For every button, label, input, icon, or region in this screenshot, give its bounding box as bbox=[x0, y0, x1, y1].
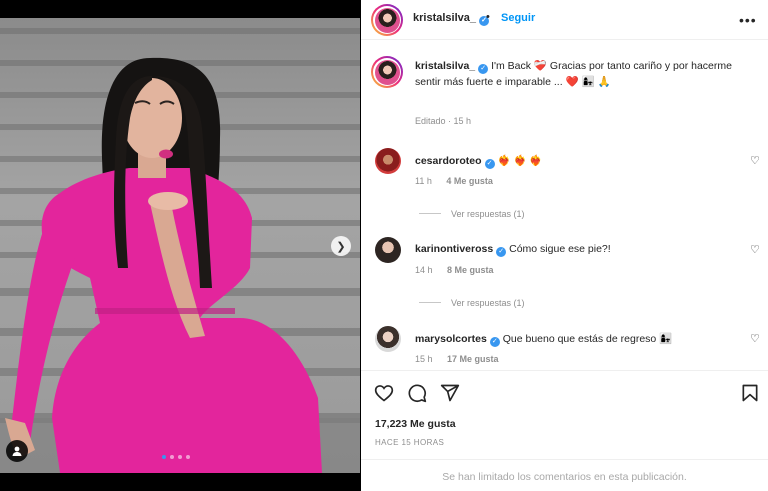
post-header: kristalsilva_ ✓ • Seguir ••• bbox=[361, 0, 768, 40]
comment-time: 15 h bbox=[415, 354, 433, 364]
likes-count[interactable]: 17,223 Me gusta bbox=[375, 418, 456, 430]
comment-meta: 14 h 8 Me gusta bbox=[415, 265, 506, 275]
comment-likes[interactable]: 8 Me gusta bbox=[447, 265, 494, 275]
commenter-username[interactable]: marysolcortes bbox=[415, 333, 487, 345]
commenter-avatar[interactable] bbox=[375, 326, 401, 352]
carousel-dot bbox=[186, 455, 190, 459]
comment-likes[interactable]: 4 Me gusta bbox=[446, 176, 493, 186]
comment-body: Que bueno que estás de regreso 👩‍👧 bbox=[502, 333, 673, 345]
verified-badge-icon: ✓ bbox=[496, 247, 507, 257]
carousel-dot bbox=[162, 455, 166, 459]
post-media: ❯ bbox=[0, 0, 360, 491]
heart-icon[interactable] bbox=[374, 383, 394, 403]
verified-badge-icon: ✓ bbox=[489, 337, 500, 347]
next-photo-button[interactable]: ❯ bbox=[331, 236, 351, 256]
carousel-indicator bbox=[162, 455, 190, 459]
more-options-icon[interactable]: ••• bbox=[739, 12, 757, 28]
heart-icon[interactable]: ♡ bbox=[750, 243, 760, 256]
comment-body: ❤️‍🔥 ❤️‍🔥 ❤️‍🔥 bbox=[497, 155, 543, 167]
commenter-avatar[interactable] bbox=[375, 237, 401, 263]
comment-body: Cómo sigue ese pie?! bbox=[509, 243, 611, 255]
comment-meta: 15 h 17 Me gusta bbox=[415, 354, 511, 364]
header-separator: • bbox=[486, 11, 490, 23]
post-photo[interactable] bbox=[0, 18, 360, 473]
comment-time: 14 h bbox=[415, 265, 433, 275]
comment-text: marysolcortes ✓ Que bueno que estás de re… bbox=[415, 332, 672, 347]
photo-illustration bbox=[0, 28, 360, 473]
carousel-dot bbox=[170, 455, 174, 459]
heart-icon[interactable]: ♡ bbox=[750, 332, 760, 345]
commenter-username[interactable]: cesardoroteo bbox=[415, 155, 482, 167]
post-time: HACE 15 HORAS bbox=[375, 438, 445, 447]
user-tag-icon bbox=[12, 446, 22, 456]
bookmark-icon[interactable] bbox=[741, 383, 759, 403]
caption-edited: Editado · 15 h bbox=[415, 116, 472, 126]
author-username[interactable]: kristalsilva_ ✓ bbox=[413, 12, 489, 26]
caption-avatar[interactable] bbox=[371, 56, 403, 88]
comment-text: cesardoroteo ✓ ❤️‍🔥 ❤️‍🔥 ❤️‍🔥 bbox=[415, 154, 543, 169]
post-panel: kristalsilva_ ✓ • Seguir ••• kristalsilva… bbox=[361, 0, 768, 491]
view-replies-button[interactable]: Ver respuestas (1) bbox=[419, 209, 525, 219]
comment-time: 11 h bbox=[415, 176, 432, 186]
user-tag-button[interactable] bbox=[6, 440, 28, 462]
comment-meta: 11 h 4 Me gusta bbox=[415, 176, 505, 186]
comment-likes[interactable]: 17 Me gusta bbox=[447, 354, 499, 364]
verified-badge-icon: ✓ bbox=[478, 64, 489, 74]
heart-icon[interactable]: ♡ bbox=[750, 154, 760, 167]
carousel-dot bbox=[178, 455, 182, 459]
caption-text: kristalsilva_ ✓ I'm Back ❤️‍🩹 Gracias por… bbox=[415, 58, 755, 90]
share-icon[interactable] bbox=[440, 383, 460, 403]
view-replies-button[interactable]: Ver respuestas (1) bbox=[419, 298, 525, 308]
verified-badge-icon: ✓ bbox=[484, 159, 495, 169]
chevron-right-icon: ❯ bbox=[336, 240, 346, 253]
comments-limited-notice: Se han limitado los comentarios en esta … bbox=[361, 459, 768, 489]
comment-text: karinontiveross ✓ Cómo sigue ese pie?! bbox=[415, 243, 611, 257]
post-actions: 17,223 Me gusta HACE 15 HORAS Se han lim… bbox=[361, 370, 768, 488]
commenter-avatar[interactable] bbox=[375, 148, 401, 174]
caption-username[interactable]: kristalsilva_ bbox=[415, 60, 475, 72]
author-avatar[interactable] bbox=[371, 4, 403, 36]
commenter-username[interactable]: karinontiveross bbox=[415, 243, 493, 255]
follow-button[interactable]: Seguir bbox=[501, 12, 535, 24]
comment-icon[interactable] bbox=[407, 383, 427, 403]
